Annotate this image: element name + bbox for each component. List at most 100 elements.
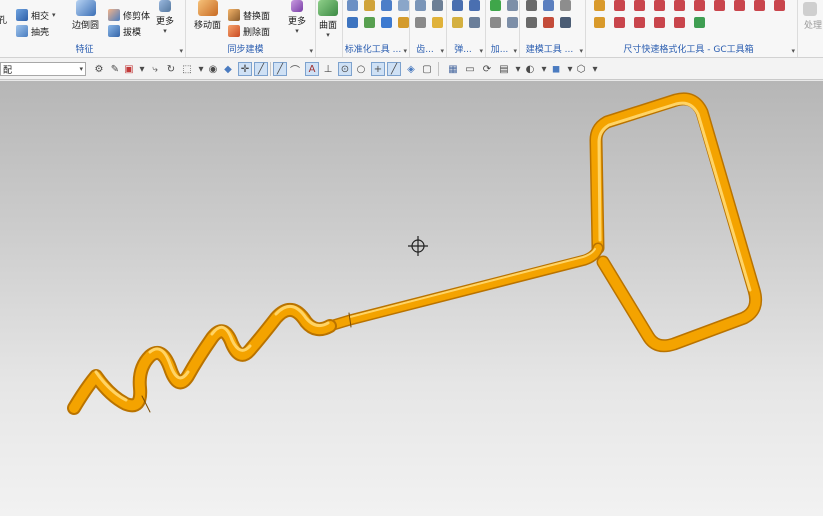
gear-tool-icon[interactable] [415,0,426,11]
modeling-tool-icon[interactable] [526,17,537,28]
face-snap-icon[interactable]: ◈ [404,62,418,76]
spring-tool-icon[interactable] [469,0,480,11]
spring-group-label: 弹... [454,45,472,55]
view-icon[interactable]: ▦ [446,62,460,76]
solid-icon[interactable]: ◉ [206,62,220,76]
select-all-icon[interactable]: ⚙ [92,62,106,76]
dim-tool-icon[interactable] [594,0,605,11]
group-expand-icon[interactable]: ▾ [440,47,444,55]
dim-tool-icon[interactable] [734,0,745,11]
draft-button[interactable]: 拔模 [108,24,141,38]
std-tool-icon[interactable] [381,17,392,28]
std-tool-icon[interactable] [347,0,358,11]
modeling-tool-icon[interactable] [560,0,571,11]
surface-button[interactable]: 曲面 ▾ [318,0,338,39]
check-icon[interactable] [490,0,501,11]
group-expand-icon[interactable]: ▾ [479,47,483,55]
group-expand-icon[interactable]: ▾ [403,47,407,55]
shell-button[interactable]: 抽壳 [16,24,49,38]
rotate-icon[interactable]: ↻ [164,62,178,76]
graphics-viewport[interactable] [0,81,823,516]
dim-tool-icon[interactable] [654,0,665,11]
cube-icon[interactable]: ◆ [221,62,235,76]
draft-label: 拔模 [123,27,142,38]
chevron-down-icon[interactable]: ▾ [135,62,149,76]
move-face-button[interactable]: 移动面 [194,0,221,31]
render-style-icon[interactable]: ◐ [523,62,537,76]
dim-tool-icon[interactable] [674,0,685,11]
spring-tool-icon[interactable] [469,17,480,28]
feature-more-button[interactable]: 更多 ▾ [156,0,174,35]
deselect-icon[interactable]: ✎ [108,62,122,76]
dim-tool-icon[interactable] [614,17,625,28]
dim-tool-icon[interactable] [634,17,645,28]
dim-tool-icon[interactable] [594,17,605,28]
modeling-tool-icon[interactable] [543,17,554,28]
fit-view-icon[interactable]: ▭ [463,62,477,76]
arc-snap-icon[interactable]: ⌒ [288,62,302,77]
dim-tool-icon[interactable] [694,0,705,11]
group-expand-icon[interactable]: ▾ [309,47,313,55]
replace-face-button[interactable]: 替换面 [228,8,270,22]
edge-blend-icon [75,0,96,16]
surface-label: 曲面 [318,21,337,31]
add-tool-icon[interactable] [507,17,518,28]
std-tool-icon[interactable] [398,0,409,11]
quadrant-snap-icon[interactable]: ○ [354,62,368,76]
intersection-snap-icon[interactable]: A [305,62,319,76]
spring-tool-icon[interactable] [452,17,463,28]
gear-tool-icon[interactable] [432,17,443,28]
modeling-tool-icon[interactable] [560,17,571,28]
vertex-snap-icon[interactable]: ✛ [238,62,252,76]
gear-tool-icon[interactable] [432,0,443,11]
std-tool-icon[interactable] [364,0,375,11]
add-tool-icon[interactable] [507,0,518,11]
std-tool-icon[interactable] [381,0,392,11]
refresh-icon[interactable]: ⟳ [480,62,494,76]
dim-tool-icon[interactable] [614,0,625,11]
chevron-down-icon[interactable]: ▾ [588,62,602,76]
group-expand-icon[interactable]: ▾ [791,47,795,55]
orient-view-icon[interactable]: ⬡ [574,62,588,76]
center-snap-icon[interactable]: ⊙ [338,62,352,76]
dim-tool-icon[interactable] [654,17,665,28]
hole-button[interactable]: 孔 [0,12,7,26]
group-expand-icon[interactable]: ▾ [179,47,183,55]
modeling-tool-icon[interactable] [526,0,537,11]
snap-icon[interactable]: ⤷ [148,62,162,76]
dim-tool-icon[interactable] [714,0,725,11]
dim-tool-icon[interactable] [754,0,765,11]
dim-tool-icon[interactable] [674,17,685,28]
std-tool-icon[interactable] [398,17,409,28]
std-tool-icon[interactable] [347,17,358,28]
line-snap-icon[interactable]: ╱ [254,62,268,76]
group-expand-icon[interactable]: ▾ [513,47,517,55]
gear-tool-icon[interactable] [415,17,426,28]
sync-more-button[interactable]: 更多 ▾ [288,0,306,35]
curve-snap-icon[interactable]: ╱ [273,62,287,76]
dim-tool-icon[interactable] [634,0,645,11]
dim-tool-icon[interactable] [694,17,705,28]
trim-body-button[interactable]: 修剪体 [108,8,150,22]
selection-filter-dropdown[interactable]: 配 ▾ [0,62,86,76]
dim-tool-icon[interactable] [774,0,785,11]
tangent-snap-icon[interactable]: ⊥ [321,62,335,76]
point-snap-icon[interactable]: + [371,62,385,76]
intersect-button[interactable]: 相交 ▾ [16,8,56,22]
shaded-icon[interactable]: ◼ [549,62,563,76]
modeling-tool-icon[interactable] [543,0,554,11]
filter-icon[interactable]: ▣ [122,62,136,76]
delete-face-button[interactable]: 删除面 [228,24,270,38]
std-tool-icon[interactable] [364,17,375,28]
box-select-icon[interactable]: ⬚ [180,62,194,76]
midpoint-snap-icon[interactable]: ╱ [387,62,401,76]
grid-snap-icon[interactable]: ▢ [420,62,434,76]
process-icon[interactable] [803,2,817,16]
add-tool-icon[interactable] [490,17,501,28]
layer-icon[interactable]: ▤ [497,62,511,76]
group-expand-icon[interactable]: ▾ [579,47,583,55]
edge-blend-button[interactable]: 边倒圆 [72,0,99,31]
spring-tool-icon[interactable] [452,0,463,11]
surface-icon [318,0,338,16]
corkscrew-model[interactable] [67,92,763,415]
